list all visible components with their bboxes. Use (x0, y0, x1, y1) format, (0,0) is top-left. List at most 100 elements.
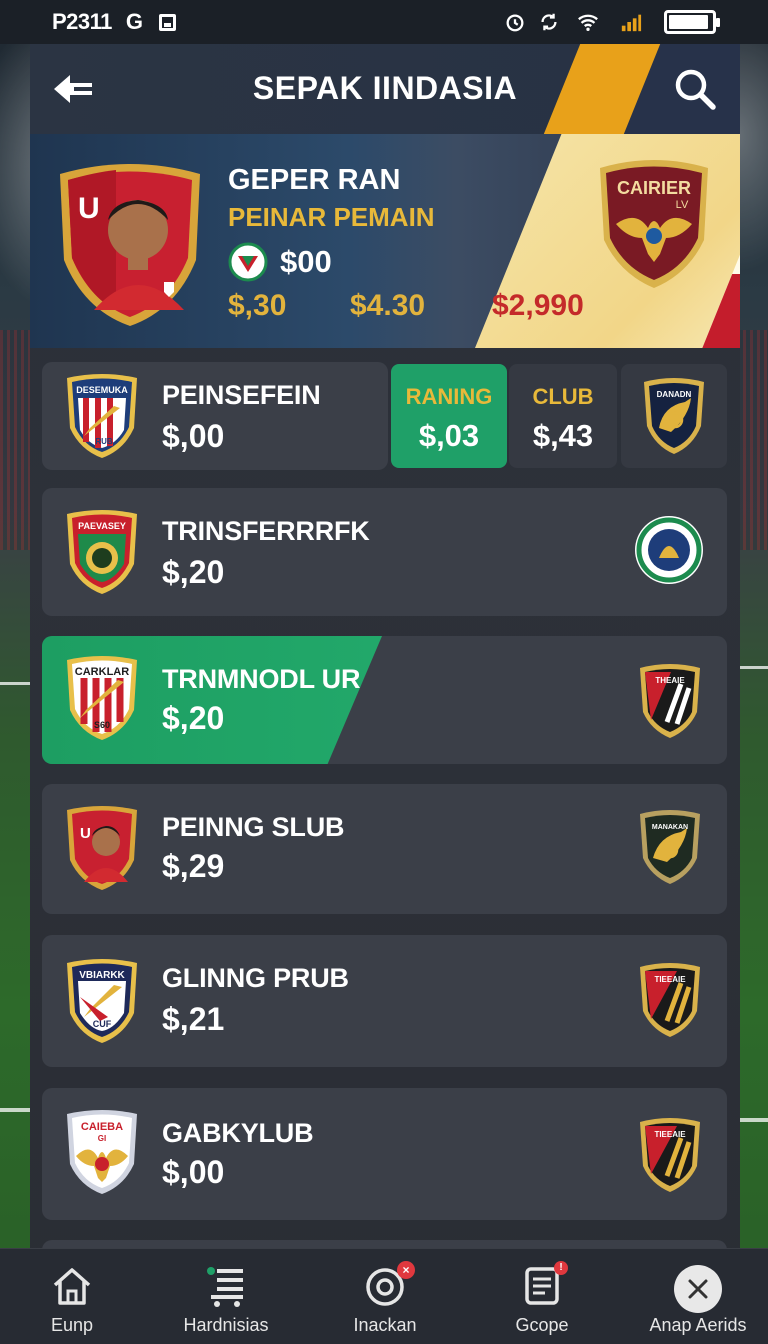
row-price: $,00 (162, 1154, 225, 1190)
row-price: $,21 (162, 1001, 225, 1037)
list-item[interactable]: U PEINNG SLUB $,29 MANAKAN (42, 784, 727, 914)
player-subtitle: PEINAR PEMAIN (228, 202, 435, 232)
screenshot-icon (159, 13, 177, 31)
nav-item-target[interactable]: × Inackan (315, 1249, 455, 1344)
player-badge-u: U (67, 806, 137, 890)
list-item-highlighted[interactable]: CARKLAR S60 TRNMNODL UR $,20 THEAIE (42, 636, 727, 764)
list-cart-icon (207, 1267, 243, 1307)
alarm-icon (506, 14, 524, 32)
tab-ranking-label: RANING (405, 384, 493, 409)
nav-item-close[interactable]: Anap Aerids (628, 1249, 768, 1344)
club-badge-tieeaie: TIEEAIE (640, 963, 700, 1037)
search-icon[interactable] (672, 66, 718, 112)
club-badge-danadn: DANADN (644, 378, 704, 454)
logo-sub: RUB (95, 437, 113, 446)
ranking-row: DESEMUKA RUB PEINSEFEIN $,00 RANING $,03… (42, 362, 727, 470)
club-logo-vbiarkk: VBIARKK CUF (67, 959, 137, 1043)
badge-text: DANADN (657, 390, 692, 399)
row-price: $,29 (162, 848, 225, 884)
battery-fill (669, 15, 709, 29)
tab-club-value: $,43 (532, 418, 594, 453)
badge-text: TIEEAIE (654, 1130, 686, 1139)
nav-label-close: Anap Aerids (649, 1315, 747, 1335)
logo-sub: GI (98, 1134, 106, 1143)
signal-icon (621, 14, 642, 32)
badge-text: MANAKAN (652, 824, 688, 831)
row-title: GLINNG PRUB (162, 963, 349, 993)
tab-ranking[interactable]: RANING $,03 (391, 364, 507, 468)
logo-text: DESEMUKA (76, 385, 128, 395)
club-logo-desemuka: DESEMUKA RUB (67, 374, 137, 458)
nav-badge-document: ! (554, 1261, 568, 1275)
pitch-line-right-low (740, 1118, 768, 1122)
row-title: PEINNG SLUB (162, 812, 345, 842)
club-logo-caieba: CAIEBA GI (67, 1110, 137, 1194)
club-badge-round (635, 516, 703, 584)
price-secondary: $4.30 (350, 289, 426, 322)
badge-text: TIEEAIE (654, 975, 686, 984)
logo-text: CAIEBA (81, 1121, 123, 1133)
player-name: GEPER RAN (228, 164, 401, 196)
nav-label-target: Inackan (353, 1315, 417, 1335)
page-title: SEPAK IINDASIA (252, 70, 518, 106)
list-item[interactable]: VBIARKK CUF GLINNG PRUB $,21 TIEEAIE (42, 935, 727, 1067)
status-time: P2311 (52, 9, 112, 34)
close-button[interactable] (674, 1265, 722, 1313)
crest-title: CAIRIER (617, 178, 691, 198)
home-icon (53, 1268, 91, 1305)
sync-icon (541, 13, 557, 31)
tab-club-label: CLUB (532, 384, 594, 409)
carrier-g-icon: G (125, 9, 144, 34)
player-portrait-badge: U (60, 164, 200, 326)
row-price: $,00 (162, 418, 225, 454)
tab-club-badge[interactable]: DANADN (621, 364, 727, 468)
club-badge-manakan: MANAKAN (640, 810, 700, 884)
app-container: SEPAK IINDASIA U GEPER RAN PEINAR PEMAIN (30, 0, 740, 1344)
row-title: PEINSEFEIN (162, 380, 321, 410)
logo-text: VBIARKK (79, 970, 125, 981)
nav-item-list[interactable]: Hardnisias (156, 1249, 296, 1344)
row-price: $,20 (162, 700, 225, 736)
crest-sub: LV (676, 199, 689, 211)
close-icon (688, 1279, 708, 1299)
row-title: GABKYLUB (162, 1118, 314, 1148)
club-logo-carklar: CARKLAR S60 (67, 656, 137, 740)
tab-ranking-value: $,03 (418, 418, 480, 453)
club-badge-theaie: THEAIE (640, 664, 700, 738)
nav-item-document[interactable]: ! Gcope (472, 1249, 612, 1344)
logo-text: U (80, 825, 91, 842)
row-price: $,20 (162, 554, 225, 590)
tab-club[interactable]: CLUB $,43 (509, 364, 617, 468)
bottom-navigation: Eunp Hardnisias × Inackan ! Gcope Anap A (0, 1248, 768, 1344)
nav-badge-target: × (397, 1261, 415, 1279)
nav-item-home[interactable]: Eunp (2, 1249, 142, 1344)
club-logo-paevasey: PAEVASEY (67, 510, 137, 594)
club-coin-icon (228, 242, 268, 282)
wifi-icon (578, 14, 598, 31)
price-primary: $,30 (228, 289, 287, 322)
nav-label-list: Hardnisias (183, 1315, 269, 1335)
row-title: TRNMNODL UR (162, 664, 361, 694)
nav-label-document: Gcope (515, 1315, 569, 1335)
coin-value: $00 (280, 244, 332, 279)
featured-player-card[interactable]: U GEPER RAN PEINAR PEMAIN $00 $,30 $4.30… (30, 134, 740, 348)
logo-sub: S60 (94, 720, 110, 730)
player-badge-letter: U (78, 192, 100, 225)
list-item[interactable]: CAIEBA GI GABKYLUB $,00 TIEEAIE (42, 1088, 727, 1220)
pitch-line-left (0, 682, 30, 685)
player-row-main[interactable]: DESEMUKA RUB PEINSEFEIN $,00 (42, 362, 388, 470)
badge-text: THEAIE (655, 676, 685, 685)
price-total: $2,990 (492, 289, 584, 322)
club-crest-eagle: CAIRIER LV (600, 160, 708, 288)
logo-text: CARKLAR (75, 666, 129, 678)
app-header: SEPAK IINDASIA (30, 44, 740, 134)
nav-label-home: Eunp (50, 1315, 94, 1335)
pitch-line-right (740, 666, 768, 669)
logo-text: PAEVASEY (78, 521, 126, 531)
logo-sub: CUF (93, 1019, 112, 1029)
list-item[interactable]: PAEVASEY TRINSFERRRFK $,20 (42, 488, 727, 616)
status-bar: P2311 G (0, 0, 768, 44)
pitch-line-left-low (0, 1108, 30, 1112)
row-title: TRINSFERRRFK (162, 516, 370, 546)
battery-icon (664, 10, 720, 34)
